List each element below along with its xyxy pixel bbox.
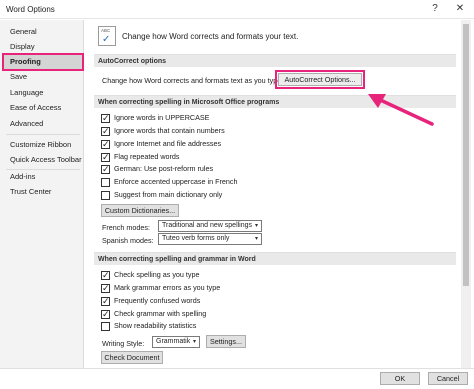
writing-style-settings-button[interactable]: Settings... [206,335,246,348]
checkbox[interactable]: ✓ [101,126,110,136]
sidebar-divider [6,134,80,135]
checkbox[interactable]: ✓ [101,296,110,306]
checkmark-icon: ✓ [102,126,110,136]
proofing-abc-icon: ABC ✓ [98,26,116,46]
scrollbar-thumb[interactable] [463,24,469,286]
checkbox[interactable] [101,322,110,331]
title-bar: Word Options ? ✕ [0,0,474,19]
checkmark-icon: ✓ [102,270,110,280]
sidebar: General Display Proofing Save Language E… [0,20,84,368]
checkbox[interactable]: ✓ [101,139,110,149]
sidebar-item-quick-access-toolbar[interactable]: Quick Access Toolbar [4,153,82,167]
spanish-modes-label: Spanish modes: [102,236,154,245]
checkbox[interactable]: ✓ [101,152,110,162]
section-word-spelling-grammar: When correcting spelling and grammar in … [94,252,456,265]
check-document-button[interactable]: Check Document [101,351,163,364]
writing-style-select[interactable]: Grammatik ▾ [152,336,200,348]
checkmark-icon: ✓ [102,296,110,306]
help-button[interactable]: ? [425,1,445,17]
checkmark-icon: ✓ [102,283,110,293]
sidebar-item-add-ins[interactable]: Add-ins [4,170,82,184]
section-autocorrect-options: AutoCorrect options [94,54,456,67]
ok-button[interactable]: OK [380,372,420,385]
page-description: Change how Word corrects and formats you… [122,32,299,41]
sidebar-item-general[interactable]: General [4,25,82,39]
checkbox[interactable]: ✓ [101,309,110,319]
chevron-down-icon: ▾ [254,223,258,229]
sidebar-item-display[interactable]: Display [4,40,82,54]
chevron-down-icon: ▾ [192,339,196,345]
checkbox[interactable]: ✓ [101,270,110,280]
checkmark-icon: ✓ [102,309,110,319]
sidebar-item-advanced[interactable]: Advanced [4,117,82,131]
checkmark-icon: ✓ [102,113,110,123]
sidebar-item-proofing[interactable]: Proofing [2,53,84,71]
annotation-arrow-icon [368,94,434,126]
vertical-scrollbar[interactable] [461,20,471,368]
custom-dictionaries-button[interactable]: Custom Dictionaries... [101,204,179,217]
checkbox[interactable]: ✓ [101,113,110,123]
chevron-down-icon: ▾ [254,236,258,242]
sidebar-item-trust-center[interactable]: Trust Center [4,185,82,199]
spanish-modes-select[interactable]: Tuteo verb forms only ▾ [158,233,262,245]
writing-style-label: Writing Style: [102,339,145,348]
sidebar-item-customize-ribbon[interactable]: Customize Ribbon [4,138,82,152]
dialog-footer: OK Cancel [0,368,474,389]
autocorrect-options-button[interactable]: AutoCorrect Options... [275,70,365,89]
cancel-button[interactable]: Cancel [428,372,468,385]
sidebar-item-language[interactable]: Language [4,86,82,100]
checkmark-icon: ✓ [102,152,110,162]
checkbox[interactable]: ✓ [101,164,110,174]
autocorrect-prompt: Change how Word corrects and formats tex… [102,76,284,85]
checkbox[interactable] [101,178,110,187]
french-modes-select[interactable]: Traditional and new spellings ▾ [158,220,262,232]
checkmark-icon: ✓ [102,164,110,174]
main-panel: ABC ✓ Change how Word corrects and forma… [88,20,460,368]
sidebar-item-save[interactable]: Save [4,70,82,84]
sidebar-item-ease-of-access[interactable]: Ease of Access [4,101,82,115]
checkbox[interactable]: ✓ [101,283,110,293]
french-modes-label: French modes: [102,223,150,232]
window-title: Word Options [6,5,55,14]
checkbox[interactable] [101,191,110,200]
close-button[interactable]: ✕ [450,1,470,17]
checkmark-icon: ✓ [102,139,110,149]
